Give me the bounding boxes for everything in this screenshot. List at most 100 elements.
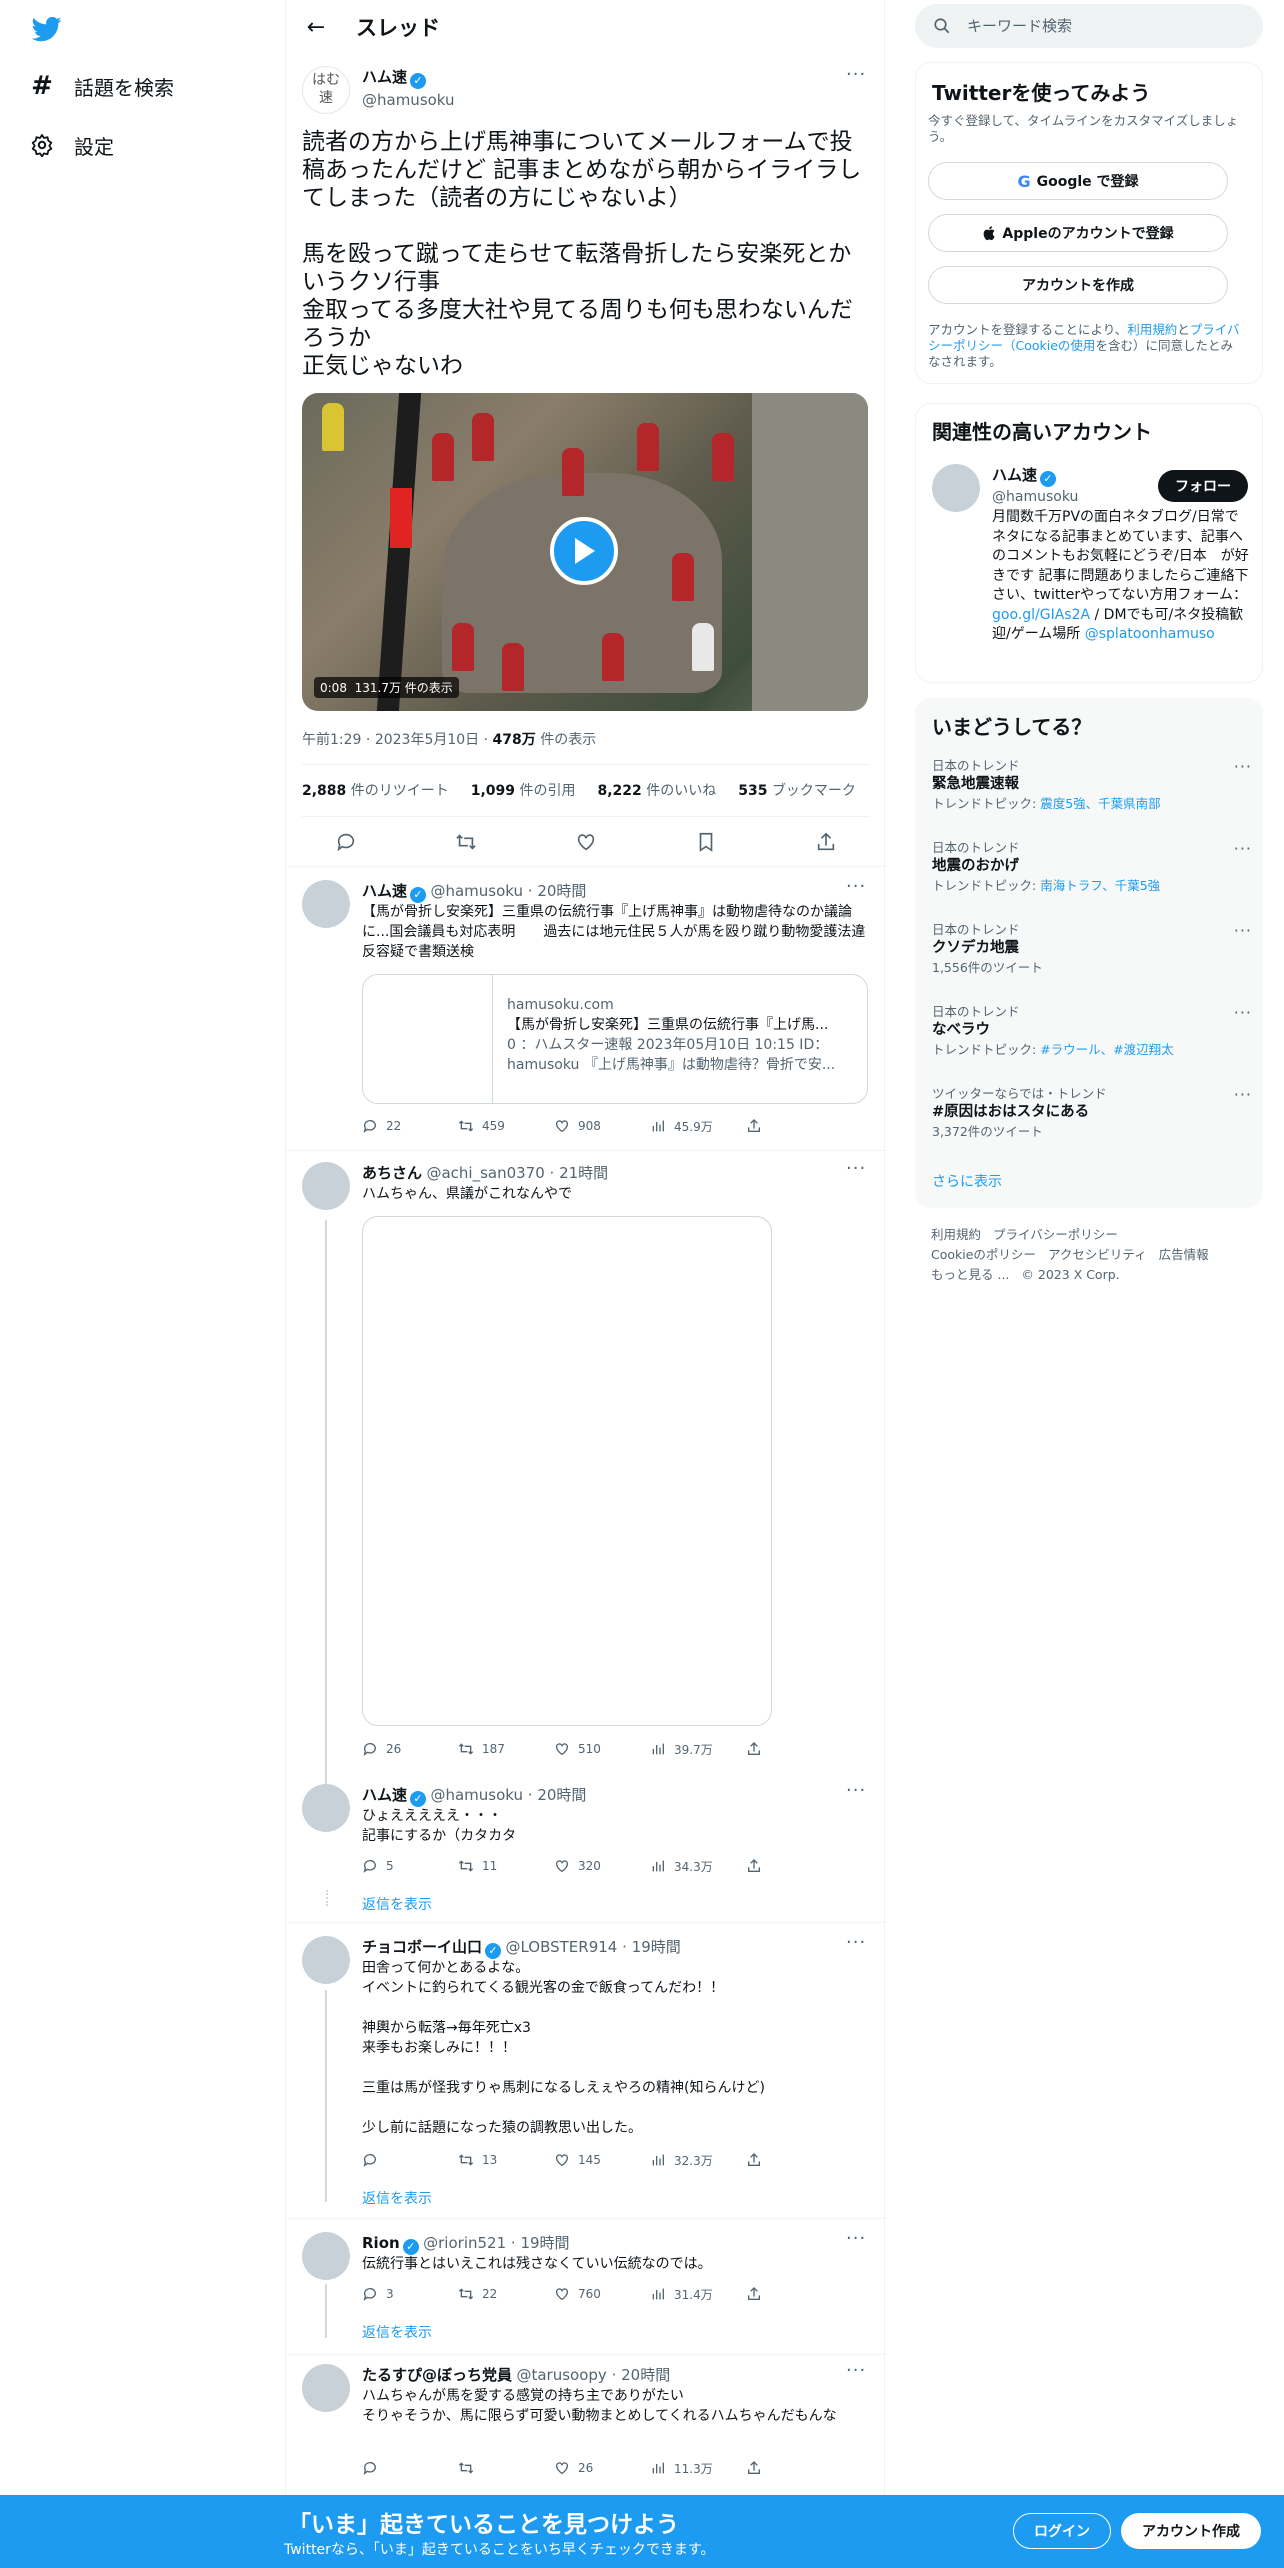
avatar[interactable] xyxy=(302,1784,350,1832)
like-stat[interactable]: 8,222 件のいいね xyxy=(598,780,717,800)
more-options-icon[interactable]: ··· xyxy=(1234,1085,1252,1104)
share-button[interactable] xyxy=(746,2284,842,2304)
retweet-button[interactable]: 22 xyxy=(458,2284,554,2304)
reply-tweet[interactable]: ハム速 ✓ @hamusoku · 20時間 ··· ひょえええええ・・・ 記事に… xyxy=(286,1776,886,1926)
footer-link[interactable]: もっと見る ... xyxy=(931,1267,1009,1282)
reply-button[interactable] xyxy=(362,2458,458,2478)
author-name[interactable]: あちさん xyxy=(362,1164,422,1182)
share-button[interactable] xyxy=(746,1856,842,1876)
retweet-stat[interactable]: 2,888 件のリツイート xyxy=(302,780,449,800)
retweet-button[interactable]: 459 xyxy=(458,1116,554,1136)
author-name[interactable]: チョコボーイ山口 xyxy=(362,1938,482,1956)
trend-item[interactable]: 日本のトレンド クソデカ地震 1,556件のツイート ··· xyxy=(932,921,1252,976)
views-button[interactable]: 32.3万 xyxy=(650,2150,746,2170)
reply-tweet[interactable]: たるすぴ@ぼっち党員 @tarusoopy · 20時間 ··· ハムちゃんが馬… xyxy=(286,2354,886,2494)
reply-button[interactable]: 3 xyxy=(362,2284,458,2304)
share-button[interactable] xyxy=(746,2150,842,2170)
more-options-icon[interactable]: ··· xyxy=(1234,757,1252,776)
search-input[interactable] xyxy=(965,16,1225,36)
views-button[interactable]: 11.3万 xyxy=(650,2458,746,2478)
reply-time[interactable]: 21時間 xyxy=(559,1164,608,1182)
bookmark-icon[interactable] xyxy=(688,824,724,860)
footer-link[interactable]: 利用規約 xyxy=(931,1227,981,1242)
trend-item[interactable]: 日本のトレンド なべラウ トレンドトピック: #ラウール、#渡辺翔太 ··· xyxy=(932,1003,1252,1058)
show-more-link[interactable]: さらに表示 xyxy=(932,1171,1002,1191)
retweet-button[interactable]: 187 xyxy=(458,1739,554,1759)
google-signup-button[interactable]: G Google で登録 xyxy=(928,162,1228,200)
reply-time[interactable]: 20時間 xyxy=(537,1786,586,1804)
attached-image[interactable] xyxy=(362,1216,772,1726)
bio-link[interactable]: goo.gl/GIAs2A xyxy=(992,607,1090,623)
reply-button[interactable] xyxy=(362,2150,458,2170)
footer-link[interactable]: 広告情報 xyxy=(1159,1247,1209,1262)
trend-item[interactable]: 日本のトレンド 地震のおかげ トレンドトピック: 南海トラフ、千葉5強 ··· xyxy=(932,839,1252,894)
more-options-icon[interactable]: ··· xyxy=(1234,839,1252,858)
views-button[interactable]: 45.9万 xyxy=(650,1116,746,1136)
reply-button[interactable]: 5 xyxy=(362,1856,458,1876)
author-name[interactable]: たるすぴ@ぼっち党員 xyxy=(362,2366,512,2384)
like-button[interactable]: 320 xyxy=(554,1856,650,1876)
apple-signup-button[interactable]: Appleのアカウントで登録 xyxy=(928,214,1228,252)
back-arrow-icon[interactable]: ← xyxy=(298,9,334,45)
link-card[interactable]: hamusoku.com 【馬が骨折し安楽死】三重県の伝統行事『上げ馬... 0… xyxy=(362,974,868,1104)
views-button[interactable]: 34.3万 xyxy=(650,1856,746,1876)
reply-time[interactable]: 20時間 xyxy=(621,2366,670,2384)
more-options-icon[interactable]: ··· xyxy=(846,1932,866,1953)
quote-stat[interactable]: 1,099 件の引用 xyxy=(471,780,576,800)
more-options-icon[interactable]: ··· xyxy=(846,2360,866,2381)
tweet-time[interactable]: 午前1:29 xyxy=(302,732,361,748)
more-options-icon[interactable]: ··· xyxy=(846,1780,866,1801)
footer-link[interactable]: プライバシーポリシー xyxy=(993,1227,1118,1242)
video-player[interactable]: 0:08 131.7万 件の表示 xyxy=(302,393,868,711)
more-options-icon[interactable]: ··· xyxy=(846,876,866,897)
author-name[interactable]: ハム速 xyxy=(362,1786,407,1804)
like-icon[interactable] xyxy=(568,824,604,860)
avatar[interactable]: はむ速 xyxy=(302,66,350,114)
trend-topic-links[interactable]: 南海トラフ、千葉5強 xyxy=(1040,878,1160,893)
like-button[interactable]: 510 xyxy=(554,1739,650,1759)
show-replies-link[interactable]: 返信を表示 xyxy=(362,2188,432,2208)
footer-link[interactable]: Cookieのポリシー xyxy=(931,1247,1036,1262)
follow-button[interactable]: フォロー xyxy=(1158,470,1248,502)
more-options-icon[interactable]: ··· xyxy=(1234,1003,1252,1022)
views-button[interactable]: 31.4万 xyxy=(650,2284,746,2304)
reply-icon[interactable] xyxy=(328,824,364,860)
like-button[interactable]: 26 xyxy=(554,2458,650,2478)
like-button[interactable]: 908 xyxy=(554,1116,650,1136)
more-options-icon[interactable]: ··· xyxy=(846,2228,866,2249)
nav-settings[interactable]: 設定 xyxy=(28,125,114,165)
more-options-icon[interactable]: ··· xyxy=(846,64,866,85)
bio-mention-link[interactable]: @splatoonhamuso xyxy=(1085,626,1215,642)
retweet-button[interactable]: 11 xyxy=(458,1856,554,1876)
terms-link[interactable]: 利用規約 xyxy=(1127,322,1177,337)
avatar[interactable] xyxy=(302,1162,350,1210)
retweet-icon[interactable] xyxy=(448,824,484,860)
share-button[interactable] xyxy=(746,2458,842,2478)
main-tweet-author[interactable]: ハム速 ✓ @hamusoku xyxy=(362,66,455,109)
nav-explore[interactable]: # 話題を検索 xyxy=(28,66,174,106)
reply-tweet[interactable]: ハム速 ✓ @hamusoku · 20時間 ··· 【馬が骨折し安楽死】三重県の… xyxy=(286,866,886,1150)
views-button[interactable]: 39.7万 xyxy=(650,1739,746,1759)
like-button[interactable]: 145 xyxy=(554,2150,650,2170)
reply-tweet[interactable]: チョコボーイ山口 ✓ @LOBSTER914 · 19時間 ··· 田舎って何かと… xyxy=(286,1922,886,2218)
reply-time[interactable]: 19時間 xyxy=(520,2234,569,2252)
avatar[interactable] xyxy=(302,2364,350,2412)
related-account[interactable]: ハム速 ✓ @hamusoku xyxy=(992,464,1078,505)
reply-tweet[interactable]: Rion ✓ @riorin521 · 19時間 ··· 伝統行事とはいえこれは残… xyxy=(286,2218,886,2354)
trend-item[interactable]: 日本のトレンド 緊急地震速報 トレンドトピック: 震度5強、千葉県南部 ··· xyxy=(932,757,1252,812)
share-button[interactable] xyxy=(746,1116,842,1136)
login-button[interactable]: ログイン xyxy=(1013,2513,1111,2549)
author-name[interactable]: Rion xyxy=(362,2234,400,2252)
more-options-icon[interactable]: ··· xyxy=(1234,921,1252,940)
avatar[interactable] xyxy=(302,880,350,928)
tweet-date[interactable]: 2023年5月10日 xyxy=(375,732,479,748)
trend-item[interactable]: ツイッターならでは・トレンド #原因はおはスタにある 3,372件のツイート ·… xyxy=(932,1085,1252,1140)
avatar[interactable] xyxy=(302,2232,350,2280)
avatar[interactable] xyxy=(302,1936,350,1984)
create-account-button[interactable]: アカウントを作成 xyxy=(928,266,1228,304)
show-replies-link[interactable]: 返信を表示 xyxy=(362,2322,432,2342)
author-name[interactable]: ハム速 xyxy=(362,882,407,900)
search-bar[interactable] xyxy=(915,4,1263,48)
share-button[interactable] xyxy=(746,1739,842,1759)
avatar[interactable] xyxy=(932,464,980,512)
